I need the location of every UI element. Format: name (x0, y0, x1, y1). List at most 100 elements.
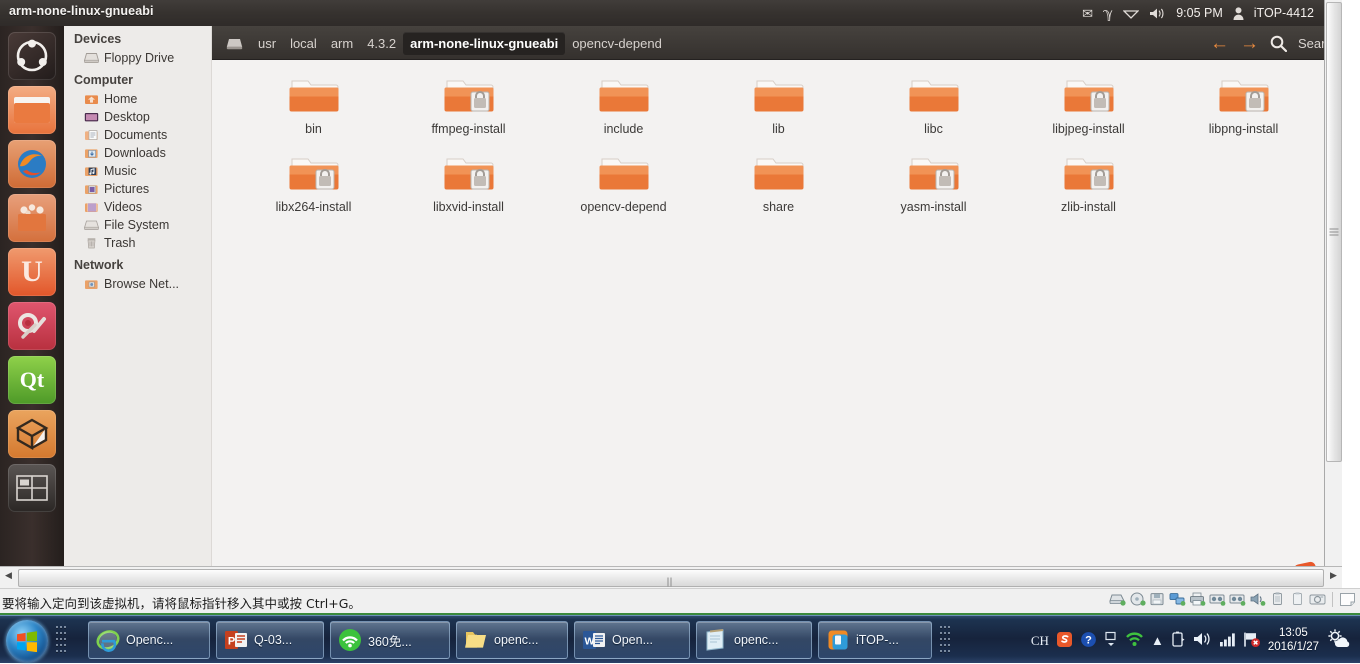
window-title: arm-none-linux-gnueabi (9, 4, 154, 18)
breadcrumb-item-3[interactable]: 4.3.2 (360, 32, 403, 55)
taskbar-button-q03-powerpoint[interactable]: P Q-03... (216, 621, 324, 659)
sidebar-item-floppy-drive[interactable]: Floppy Drive (64, 49, 211, 67)
folder-icon (908, 74, 960, 117)
battery-icon[interactable] (1171, 631, 1186, 650)
taskbar-button-itop-vmware[interactable]: iTOP-... (818, 621, 932, 659)
harddisk-icon[interactable] (1109, 592, 1126, 607)
taskbar-button-openc-ie[interactable]: Openc... (88, 621, 210, 659)
usb2-icon[interactable] (1229, 592, 1246, 607)
vm-hscrollbar-thumb[interactable] (18, 569, 1324, 605)
network-icon[interactable] (1169, 592, 1186, 607)
sidebar-item-browse-network[interactable]: Browse Net... (64, 275, 211, 293)
breadcrumb-item-2[interactable]: arm (324, 32, 360, 55)
file-name: libpng-install (1208, 122, 1279, 136)
file-item[interactable]: lib (701, 74, 856, 152)
usb-device2-icon[interactable] (1289, 592, 1306, 607)
wifi-icon[interactable] (1125, 631, 1144, 649)
breadcrumb-item-1[interactable]: local (283, 32, 324, 55)
breadcrumb-item-4-current[interactable]: arm-none-linux-gnueabi (403, 31, 566, 55)
file-item[interactable]: yasm-install (856, 152, 1011, 230)
launcher-item-workspace-switcher[interactable] (8, 464, 56, 512)
sound-icon[interactable] (1249, 592, 1266, 607)
vm-scroll-left-arrow[interactable]: ◀ (1, 570, 16, 586)
file-item[interactable]: libxvid-install (391, 152, 546, 230)
taskbar-button-360-security[interactable]: 360免... (330, 621, 450, 659)
ime-indicator[interactable]: CH (1031, 634, 1049, 647)
mail-icon[interactable]: ✉ (1082, 7, 1093, 20)
launcher-item-qt-creator[interactable]: Qt (8, 356, 56, 404)
sidebar-item-home[interactable]: Home (64, 90, 211, 108)
taskbar-clock[interactable]: 13:05 2016/1/27 (1268, 626, 1319, 654)
window-icon[interactable] (1104, 631, 1118, 650)
sogou-icon[interactable] (1056, 631, 1073, 650)
volume-icon[interactable] (1193, 631, 1212, 649)
back-arrow-icon[interactable]: ← (1210, 34, 1229, 53)
help-icon[interactable]: ? (1080, 631, 1097, 650)
taskbar-button-opencv-notepad[interactable]: openc... (696, 621, 812, 659)
panel-username[interactable]: iTOP-4412 (1254, 6, 1314, 20)
taskbar-grip-right[interactable] (940, 626, 952, 654)
sidebar-item-documents[interactable]: Documents (64, 126, 211, 144)
vm-vscrollbar-thumb[interactable] (1326, 2, 1342, 462)
launcher-item-software-center[interactable] (8, 194, 56, 242)
launcher-item-files[interactable] (8, 86, 56, 134)
forward-arrow-icon[interactable]: → (1240, 34, 1259, 53)
sidebar-item-desktop[interactable]: Desktop (64, 108, 211, 126)
printer-icon[interactable] (1189, 592, 1206, 607)
launcher-item-firefox[interactable] (8, 140, 56, 188)
file-item[interactable]: include (546, 74, 701, 152)
flag-error-icon[interactable] (1243, 631, 1261, 650)
search-icon[interactable] (1270, 35, 1287, 52)
usb-icon[interactable] (1209, 592, 1226, 607)
file-item[interactable]: libx264-install (236, 152, 391, 230)
launcher-item-dash-home[interactable] (8, 32, 56, 80)
signal-bars-icon[interactable] (1219, 632, 1236, 649)
panel-clock[interactable]: 9:05 PM (1176, 6, 1223, 20)
filesystem-drive-icon[interactable] (226, 37, 243, 50)
file-item[interactable]: ffmpeg-install (391, 74, 546, 152)
file-item[interactable]: zlib-install (1011, 152, 1166, 230)
file-item[interactable]: libc (856, 74, 1011, 152)
file-manager-window: usr local arm 4.3.2 arm-none-linux-gnuea… (64, 26, 1342, 586)
launcher-item-virtualbox[interactable] (8, 410, 56, 458)
wifi-icon[interactable] (1123, 7, 1140, 19)
launcher-item-system-settings[interactable] (8, 302, 56, 350)
start-button[interactable] (6, 620, 48, 662)
file-list-view[interactable]: bin ffmpeg-install include lib libc libj… (212, 60, 1324, 586)
sidebar-item-file-system[interactable]: File System (64, 216, 211, 234)
user-icon[interactable] (1233, 6, 1244, 20)
weather-icon[interactable] (1326, 628, 1352, 652)
taskbar-button-label: Openc... (126, 633, 174, 647)
sidebar-item-pictures[interactable]: Pictures (64, 180, 211, 198)
file-item[interactable]: opencv-depend (546, 152, 701, 230)
taskbar-button-opencv-folder[interactable]: openc... (456, 621, 568, 659)
breadcrumb-item-0[interactable]: usr (251, 32, 283, 55)
sidebar-item-trash[interactable]: Trash (64, 234, 211, 252)
message-icon[interactable] (1339, 592, 1356, 607)
floppy-icon[interactable] (1149, 592, 1166, 607)
file-item[interactable]: libpng-install (1166, 74, 1321, 152)
show-hidden-icons-icon[interactable]: ▲ (1151, 634, 1164, 647)
launcher-item-ubuntu-one[interactable]: U (8, 248, 56, 296)
vm-horizontal-scrollbar[interactable]: ◀ ▶ (0, 566, 1342, 605)
camera-icon[interactable] (1309, 592, 1326, 607)
breadcrumb-item-5[interactable]: opencv-depend (565, 32, 669, 55)
ubuntu-indicator-area: ✉ ℽ 9:05 PM iTOP-4412 (1082, 0, 1338, 26)
vm-scroll-right-arrow[interactable]: ▶ (1326, 570, 1341, 586)
taskbar-grip-left[interactable] (56, 626, 68, 654)
vm-vertical-scrollbar[interactable]: ▼ (1324, 0, 1342, 586)
usb-device-icon[interactable] (1269, 592, 1286, 607)
unity-launcher: U Qt (0, 26, 64, 586)
file-item[interactable]: share (701, 152, 856, 230)
cdrom-icon[interactable] (1129, 592, 1146, 607)
lock-badge-icon (470, 91, 489, 112)
taskbar-button-open-word[interactable]: W Open... (574, 621, 690, 659)
bluetooth-icon[interactable]: ℽ (1103, 6, 1113, 20)
sidebar-heading-computer: Computer (74, 73, 134, 87)
file-item[interactable]: bin (236, 74, 391, 152)
file-item[interactable]: libjpeg-install (1011, 74, 1166, 152)
sidebar-item-music[interactable]: Music (64, 162, 211, 180)
volume-icon[interactable] (1149, 7, 1166, 20)
sidebar-item-downloads[interactable]: Downloads (64, 144, 211, 162)
sidebar-item-videos[interactable]: Videos (64, 198, 211, 216)
